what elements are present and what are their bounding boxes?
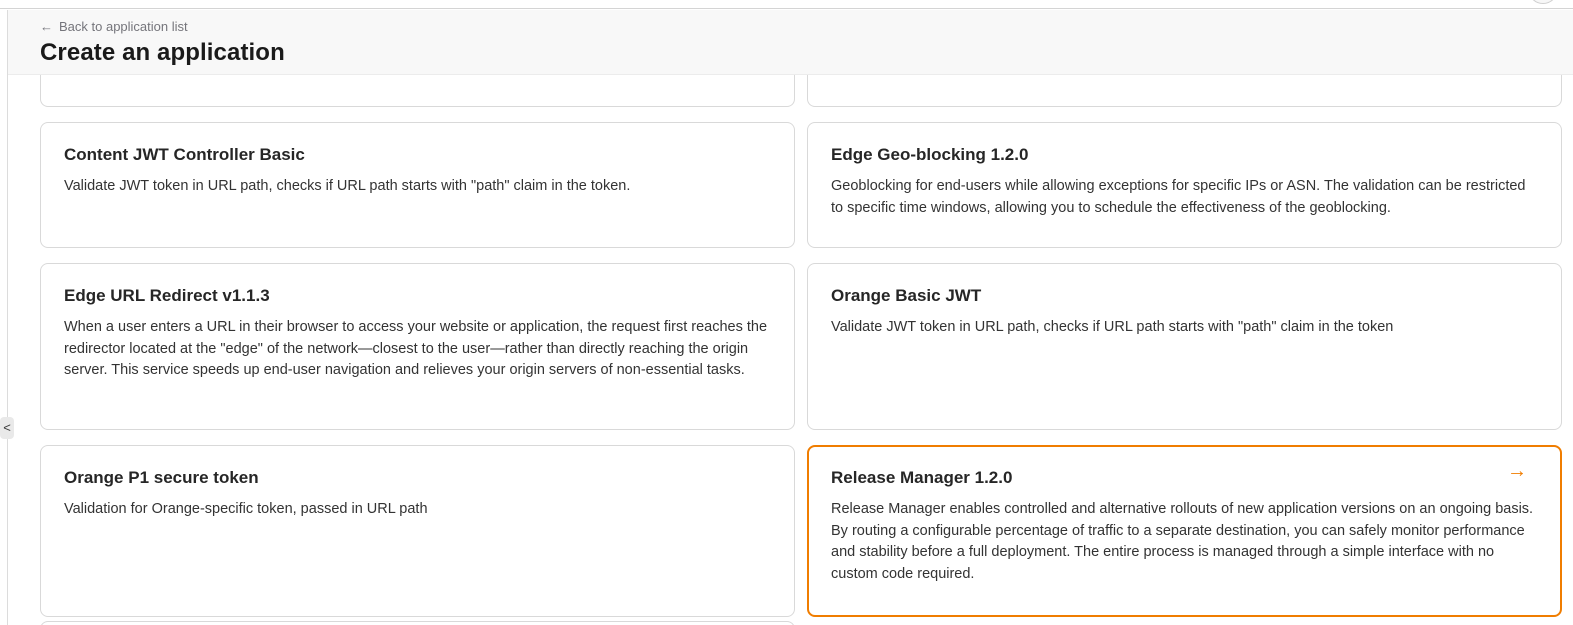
card-edge-url-redirect[interactable]: Edge URL Redirect v1.1.3 When a user ent… xyxy=(40,263,795,430)
card-title: Edge URL Redirect v1.1.3 xyxy=(64,286,771,306)
app-viewport: < ← Back to application list Create an a… xyxy=(0,0,1573,625)
card-title: Orange P1 secure token xyxy=(64,468,771,488)
card-orange-basic-jwt[interactable]: Orange Basic JWT Validate JWT token in U… xyxy=(807,263,1562,430)
main-content: ← Back to application list Create an app… xyxy=(8,10,1573,625)
page-header: ← Back to application list Create an app… xyxy=(8,10,1573,75)
card-description: Validate JWT token in URL path, checks i… xyxy=(831,317,1538,339)
card-title: Content JWT Controller Basic xyxy=(64,145,771,165)
partial-card-top-right[interactable] xyxy=(807,75,1562,107)
card-description: Geoblocking for end-users while allowing… xyxy=(831,176,1538,219)
sidebar-rail xyxy=(0,10,8,625)
card-description: Release Manager enables controlled and a… xyxy=(831,499,1538,585)
partial-card-bottom-left[interactable] xyxy=(40,621,795,625)
card-title: Edge Geo-blocking 1.2.0 xyxy=(831,145,1538,165)
card-title: Orange Basic JWT xyxy=(831,286,1538,306)
card-content-jwt-controller-basic[interactable]: Content JWT Controller Basic Validate JW… xyxy=(40,122,795,248)
card-release-manager[interactable]: → Release Manager 1.2.0 Release Manager … xyxy=(807,445,1562,617)
back-arrow-icon: ← xyxy=(40,19,53,34)
sidebar-collapse-button[interactable]: < xyxy=(0,417,14,439)
arrow-right-icon[interactable]: → xyxy=(1507,461,1527,481)
back-link[interactable]: ← Back to application list xyxy=(40,19,188,34)
top-bar xyxy=(0,0,1573,9)
application-template-grid: Content JWT Controller Basic Validate JW… xyxy=(40,75,1562,617)
card-description: Validation for Orange-specific token, pa… xyxy=(64,499,771,521)
avatar[interactable] xyxy=(1528,0,1558,4)
back-link-label: Back to application list xyxy=(59,19,188,34)
card-edge-geo-blocking[interactable]: Edge Geo-blocking 1.2.0 Geoblocking for … xyxy=(807,122,1562,248)
partial-card-top-left[interactable] xyxy=(40,75,795,107)
card-description: Validate JWT token in URL path, checks i… xyxy=(64,176,771,198)
page-title: Create an application xyxy=(40,39,1573,67)
card-title: Release Manager 1.2.0 xyxy=(831,468,1538,488)
card-orange-p1-secure-token[interactable]: Orange P1 secure token Validation for Or… xyxy=(40,445,795,617)
card-description: When a user enters a URL in their browse… xyxy=(64,317,771,382)
